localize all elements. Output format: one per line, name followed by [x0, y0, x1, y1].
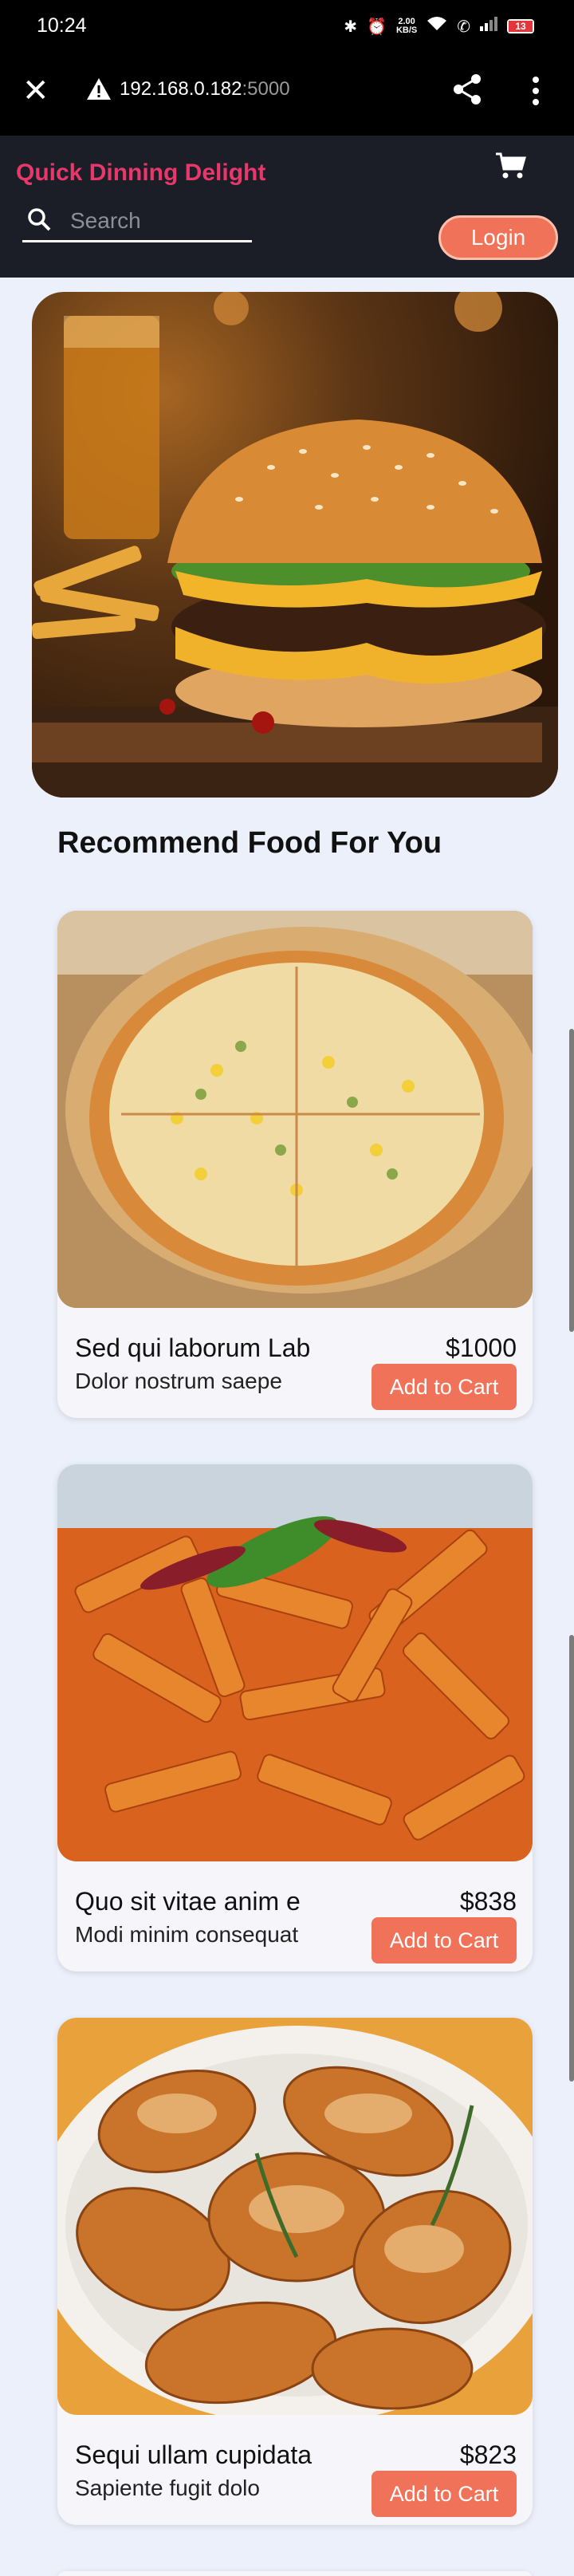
close-icon[interactable]: ✕	[22, 75, 49, 107]
warning-icon[interactable]	[86, 77, 112, 102]
product-image[interactable]	[57, 2018, 533, 2415]
product-card-partial	[57, 2571, 533, 2576]
product-card: Quo sit vitae anim e Modi minim consequa…	[57, 1464, 533, 1971]
section-title: Recommend Food For You	[57, 826, 442, 860]
browser-toolbar: ✕ 192.168.0.182:5000	[0, 56, 574, 136]
product-card: Sequi ullam cupidata Sapiente fugit dolo…	[57, 2018, 533, 2525]
scrollbar-thumb-2[interactable]	[569, 1635, 574, 2082]
product-card: Sed qui laborum Lab Dolor nostrum saepe …	[57, 911, 533, 1418]
net-speed: 2.00 KB/S	[395, 17, 418, 35]
cart-icon[interactable]	[494, 152, 526, 180]
status-icons: ✱ ⏰ 2.00 KB/S ✆ 13	[344, 16, 534, 37]
more-options-icon[interactable]	[526, 75, 545, 107]
hero-burger-image	[32, 292, 558, 798]
signal-icon	[480, 17, 497, 36]
battery-icon: 13	[507, 19, 534, 33]
search-box	[22, 203, 252, 242]
add-to-cart-button[interactable]: Add to Cart	[372, 1917, 517, 1964]
product-name: Sed qui laborum Lab	[75, 1333, 311, 1362]
add-to-cart-button[interactable]: Add to Cart	[372, 2471, 517, 2517]
product-price: $838	[459, 1887, 517, 1916]
product-description: Modi minim consequat	[75, 1922, 299, 1947]
login-button[interactable]: Login	[438, 215, 558, 260]
share-icon[interactable]	[450, 72, 485, 107]
status-time: 10:24	[37, 14, 87, 37]
product-image[interactable]	[57, 911, 533, 1308]
product-price: $823	[459, 2440, 517, 2469]
search-icon	[28, 208, 51, 231]
product-description: Dolor nostrum saepe	[75, 1369, 282, 1393]
app-header: Quick Dinning Delight Login	[0, 136, 574, 278]
brand-logo[interactable]: Quick Dinning Delight	[16, 160, 265, 187]
call-icon: ✆	[457, 18, 470, 36]
scrollbar[interactable]	[569, 1029, 574, 1332]
product-name: Sequi ullam cupidata	[75, 2440, 313, 2469]
product-description: Sapiente fugit dolo	[75, 2476, 260, 2500]
product-name: Quo sit vitae anim e	[75, 1887, 301, 1916]
add-to-cart-button[interactable]: Add to Cart	[372, 1364, 517, 1410]
address-bar[interactable]: 192.168.0.182:5000	[120, 78, 290, 100]
product-image[interactable]	[57, 1464, 533, 1861]
bluetooth-icon: ✱	[344, 18, 358, 36]
wifi-icon	[427, 16, 447, 37]
alarm-icon: ⏰	[367, 18, 387, 36]
search-input[interactable]	[70, 206, 246, 236]
product-price: $1000	[446, 1333, 517, 1362]
status-bar: 10:24 ✱ ⏰ 2.00 KB/S ✆ 13	[0, 0, 574, 56]
